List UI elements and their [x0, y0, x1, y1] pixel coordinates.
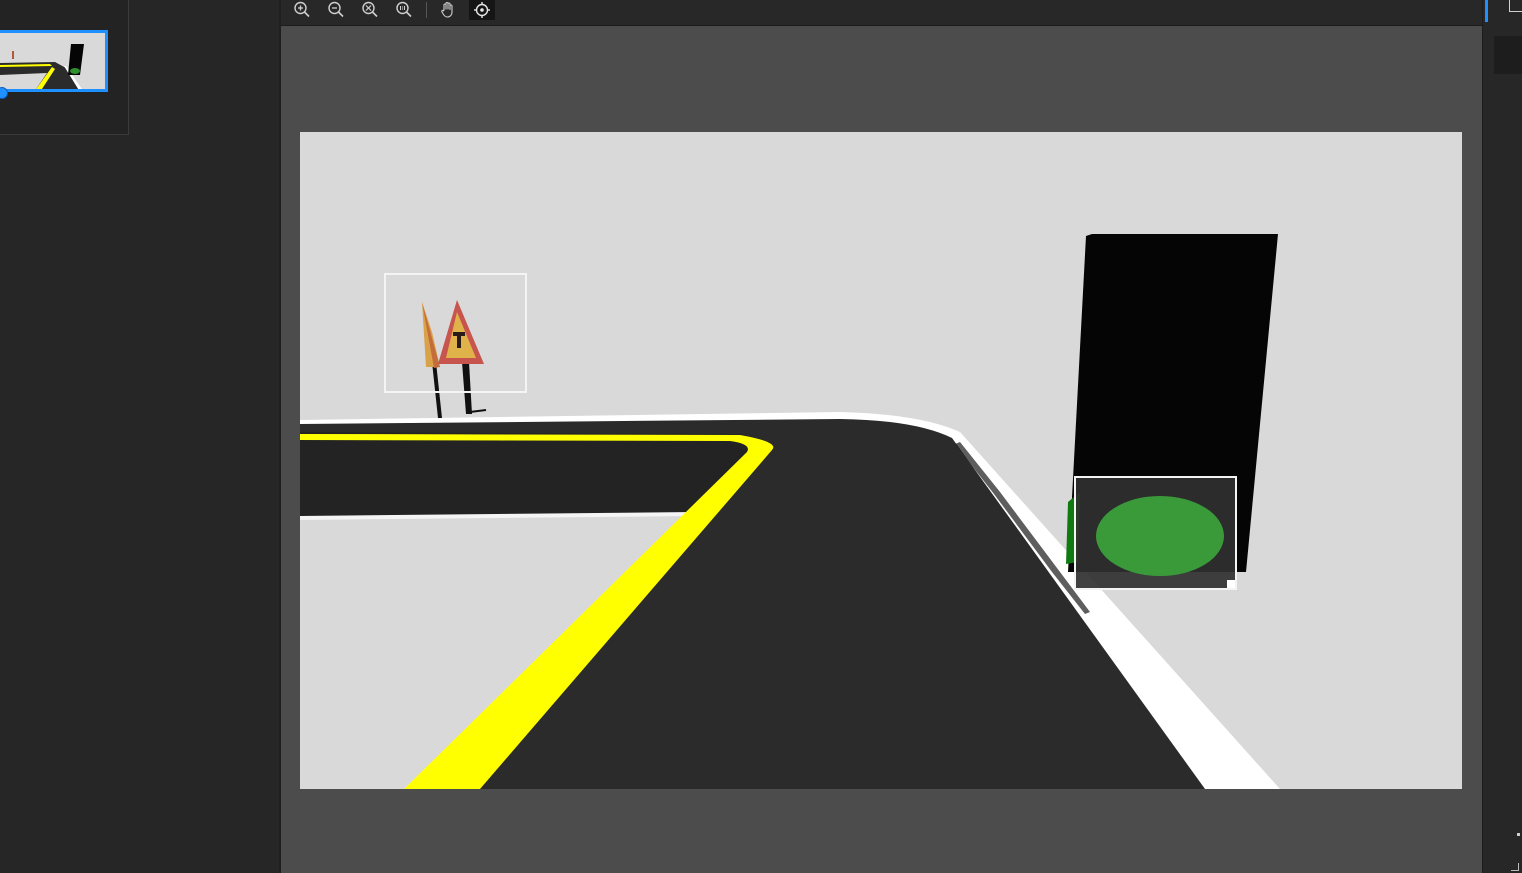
- green-light-icon: [1096, 496, 1224, 576]
- target-select-button[interactable]: [469, 0, 495, 20]
- target-select-icon: [474, 2, 490, 18]
- thumbnail-item[interactable]: [0, 0, 129, 135]
- right-panel-dot: [1517, 833, 1520, 836]
- annotation-app: [0, 0, 1522, 873]
- zoom-out-button[interactable]: [323, 0, 349, 20]
- canvas-toolbar: [281, 0, 1482, 26]
- zoom-out-icon: [328, 1, 344, 18]
- zoom-fit-button[interactable]: [357, 0, 383, 20]
- thumbnail-panel: [0, 0, 280, 873]
- zoom-actual-size-icon: [396, 1, 412, 18]
- zoom-actual-size-button[interactable]: [391, 0, 417, 20]
- bbox-warning-sign[interactable]: [384, 273, 527, 393]
- road-scene: [300, 132, 1462, 789]
- panel-toggle-icon[interactable]: [1509, 0, 1522, 12]
- right-panel-block[interactable]: [1494, 36, 1522, 74]
- toolbar-separator: [426, 2, 427, 18]
- zoom-in-icon: [294, 1, 310, 18]
- thumbnail-image[interactable]: [0, 30, 108, 92]
- right-panel-accent: [1485, 0, 1488, 22]
- resize-handle[interactable]: [1227, 580, 1235, 588]
- canvas-area[interactable]: [281, 26, 1482, 873]
- resize-grip-icon[interactable]: [1511, 863, 1519, 871]
- zoom-fit-icon: [362, 1, 378, 18]
- zoom-in-button[interactable]: [289, 0, 315, 20]
- thumbnail-status-dot: [0, 87, 8, 99]
- annotated-image[interactable]: [300, 132, 1462, 789]
- right-panel: [1482, 0, 1522, 873]
- pan-button[interactable]: [435, 0, 461, 20]
- bbox-traffic-light[interactable]: [1074, 476, 1237, 590]
- pan-hand-icon: [441, 1, 453, 18]
